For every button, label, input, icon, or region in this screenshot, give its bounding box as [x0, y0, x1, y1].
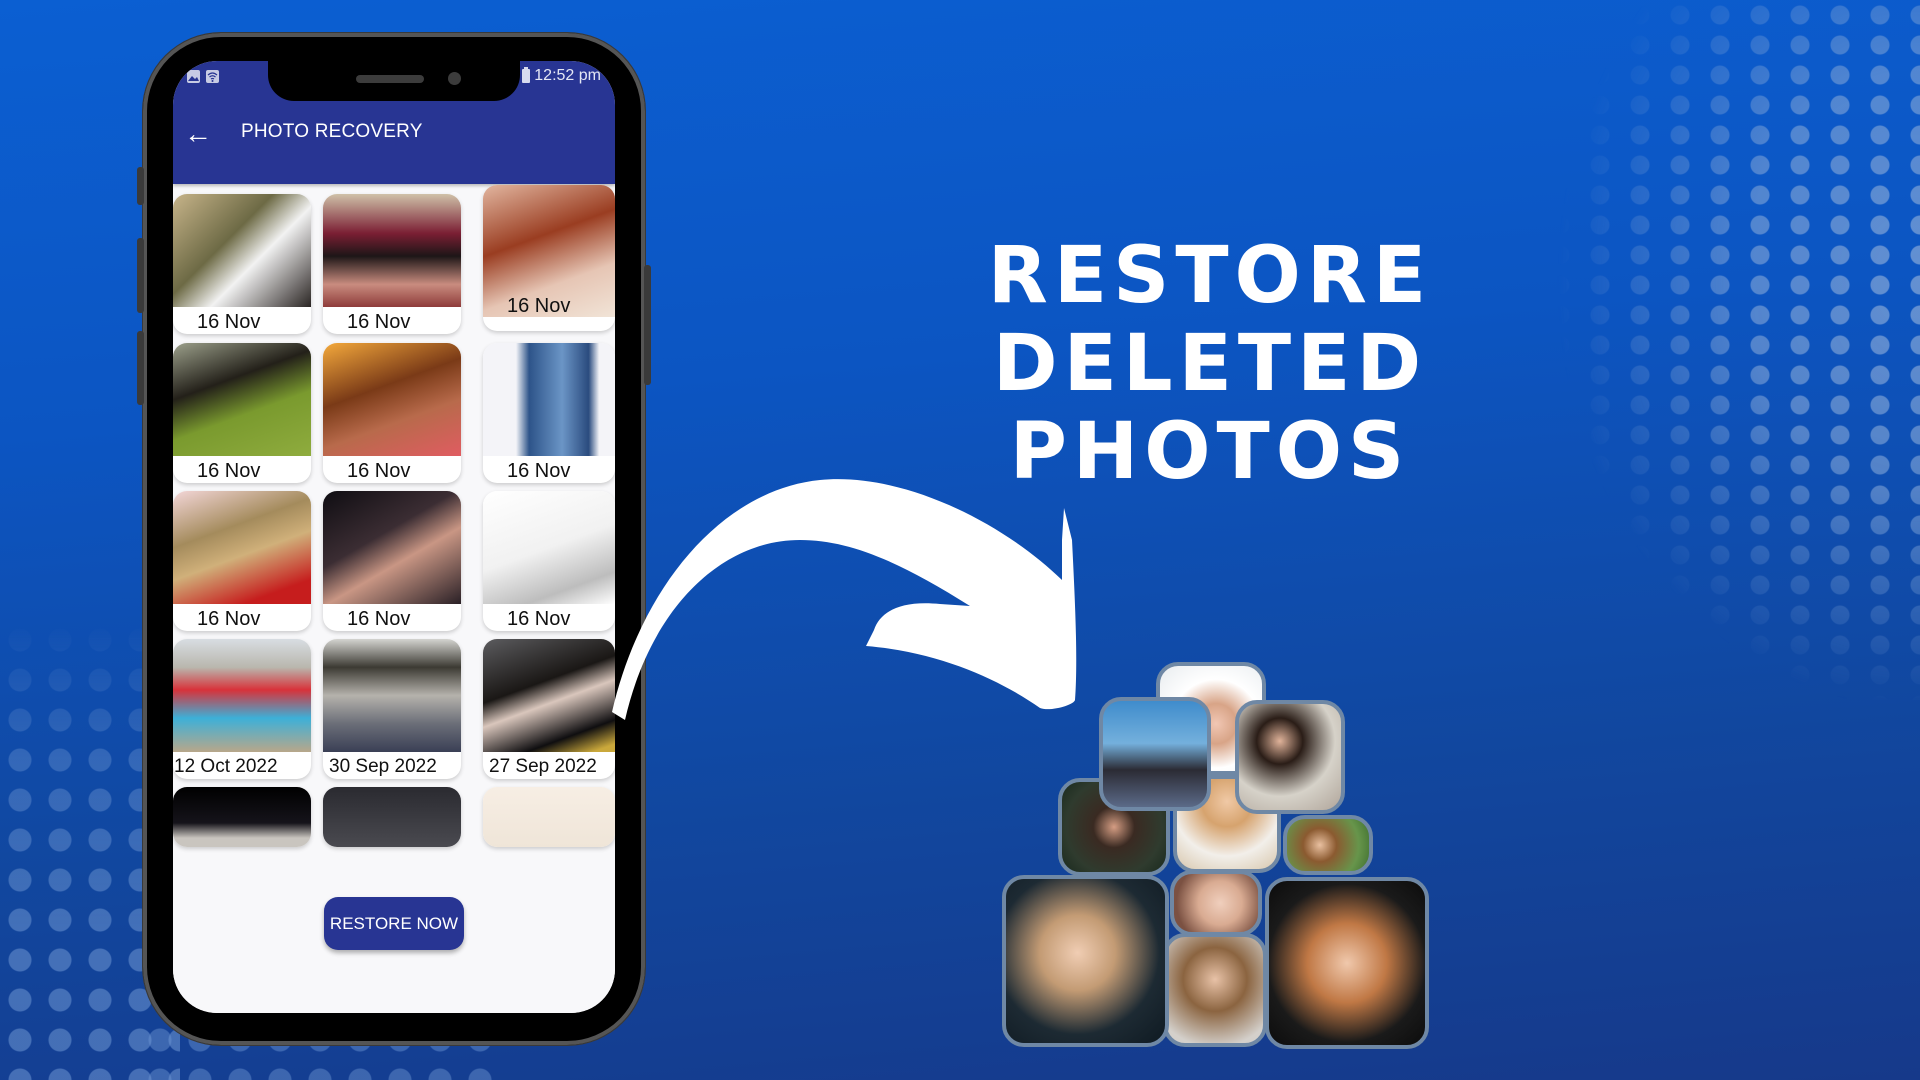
collage-photo-tile [1265, 877, 1429, 1049]
collage-photo-tile [1099, 697, 1211, 811]
curved-arrow-icon [612, 479, 1077, 720]
curved-arrow-shape [612, 479, 1077, 720]
collage-photo-tile [1002, 875, 1169, 1047]
collage-photo-tile [1170, 870, 1262, 936]
collage-photo-tile [1163, 933, 1267, 1047]
collage-photo-tile [1283, 815, 1373, 875]
collage-photo-tile [1235, 700, 1345, 814]
